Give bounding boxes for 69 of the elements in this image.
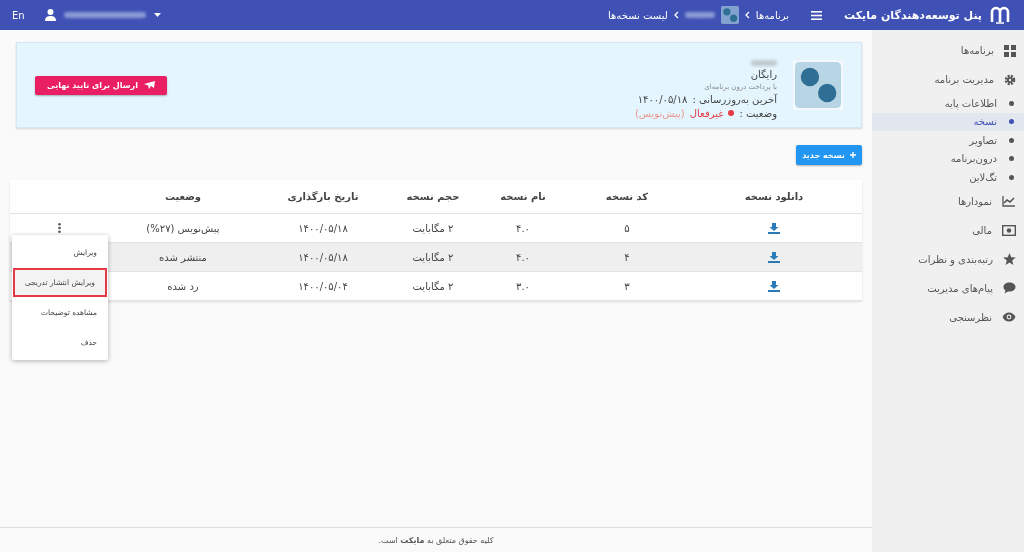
app-icon <box>720 6 739 24</box>
column-header: کد نسخه <box>604 191 650 202</box>
table-cell-text: ۲ مگابایت <box>411 280 455 292</box>
table-cell-text: پیش‌نویس (۲۷%) <box>145 222 221 234</box>
line-chart-icon <box>1002 195 1016 207</box>
update-label: آخرین به‌روزرسانی : <box>692 93 777 105</box>
status-label: وضعیت : <box>739 107 777 119</box>
column-header: وضعیت <box>163 191 203 202</box>
sidebar-subitem[interactable]: تصاویر <box>872 131 1024 150</box>
column-header: تاریخ بارگذاری <box>286 191 360 202</box>
table-cell-text: ۳.۰ <box>515 280 531 292</box>
table-cell-text: منتشر شده <box>158 251 208 263</box>
download-icon[interactable] <box>768 280 780 292</box>
menu-icon[interactable] <box>811 10 823 20</box>
table-cell-text: ۱۴۰۰/۰۵/۱۸ <box>297 222 349 234</box>
grid-icon <box>1004 44 1016 57</box>
chevron-icon <box>744 11 750 19</box>
sidebar-item[interactable]: پیام‌های مدیریت <box>872 273 1024 303</box>
more-options-icon[interactable] <box>57 223 61 233</box>
copyright-text: کلیه حقوق متعلق به مایکت است. <box>0 527 872 552</box>
eye-icon <box>1002 312 1016 322</box>
send-icon <box>143 81 155 89</box>
sidebar-item[interactable]: برنامه‌ها <box>872 36 1024 65</box>
blurred-app-name <box>751 59 777 66</box>
sidebar-subitem[interactable]: درون‌برنامه <box>872 149 1024 168</box>
sidebar-subitem[interactable]: تگ‌لاین <box>872 168 1024 187</box>
blurred-app-name <box>684 12 715 18</box>
table-cell-text: رد شده <box>166 280 200 292</box>
caret-icon[interactable] <box>153 13 161 17</box>
star-icon <box>1003 253 1016 265</box>
plus-icon <box>849 152 856 158</box>
banknote-icon <box>1002 224 1016 236</box>
logo-icon <box>990 6 1010 24</box>
breadcrumb-link[interactable]: برنامه‌ها <box>755 9 790 21</box>
app-title: پنل توسعه‌دهندگان مایکت <box>844 8 982 22</box>
column-header: نام نسخه <box>499 191 547 202</box>
status-note: (پیش‌نویس) <box>634 107 685 119</box>
table-cell-text: ۳ <box>623 280 631 292</box>
table-cell-text: ۴.۰ <box>515 251 531 263</box>
table-cell-text: ۵ <box>623 222 631 234</box>
table-cell-text: ۱۴۰۰/۰۵/۱۸ <box>297 251 349 263</box>
speech-bubble-icon <box>1003 282 1016 294</box>
column-header: دانلود نسخه <box>743 191 805 202</box>
download-icon[interactable] <box>768 222 780 234</box>
sidebar-subitem[interactable]: نسخه <box>872 112 1024 131</box>
update-date: ۱۴۰۰/۰۵/۱۸ <box>637 93 688 105</box>
submit-button[interactable]: ارسال برای تایید نهایی <box>35 75 167 95</box>
sidebar-subitem[interactable]: اطلاعات پایه <box>872 94 1024 113</box>
user-icon[interactable] <box>44 9 56 21</box>
status-dot-icon <box>728 110 735 116</box>
app-icon <box>795 62 841 108</box>
breadcrumb-current: لیست نسخه‌ها <box>608 9 668 21</box>
sidebar-item[interactable]: مالی <box>872 215 1024 245</box>
download-icon[interactable] <box>768 251 780 263</box>
price-label: رایگان <box>749 68 777 80</box>
table-cell-text: ۴.۰ <box>515 222 531 234</box>
chevron-icon <box>673 11 679 19</box>
gear-icon <box>1004 73 1016 86</box>
table-cell-text: ۲ مگابایت <box>411 251 455 263</box>
table-cell-text: ۲ مگابایت <box>411 222 455 234</box>
language-link[interactable]: En <box>12 9 25 21</box>
column-header: حجم نسخه <box>405 191 461 202</box>
status-value: غیرفعال <box>689 107 724 119</box>
sidebar-item[interactable]: نظرسنجی <box>872 302 1024 332</box>
table-cell-text: ۱۴۰۰/۰۵/۰۴ <box>297 280 349 292</box>
sidebar-item[interactable]: نمودارها <box>872 186 1024 216</box>
table-cell-text: ۴ <box>623 251 631 263</box>
sidebar-item[interactable]: مدیریت برنامه <box>872 65 1024 94</box>
sidebar-item[interactable]: رتبه‌بندی و نظرات <box>872 244 1024 274</box>
